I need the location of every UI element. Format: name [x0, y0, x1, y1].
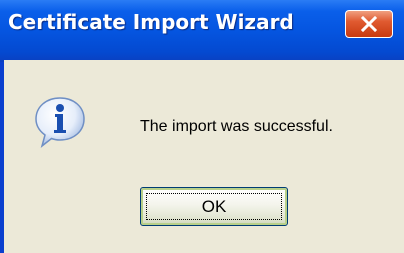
close-button[interactable]: [345, 10, 393, 38]
ok-button[interactable]: OK: [140, 187, 288, 226]
window-title: Certificate Import Wizard: [8, 10, 294, 34]
ok-button-label: OK: [201, 196, 227, 216]
info-icon: [32, 94, 88, 150]
close-icon: [359, 16, 379, 32]
dialog-window: Certificate Import Wizard The import was…: [0, 0, 404, 253]
title-bar[interactable]: Certificate Import Wizard: [0, 0, 404, 62]
dialog-message: The import was successful.: [140, 118, 333, 135]
dialog-body: The import was successful. OK: [4, 60, 404, 253]
